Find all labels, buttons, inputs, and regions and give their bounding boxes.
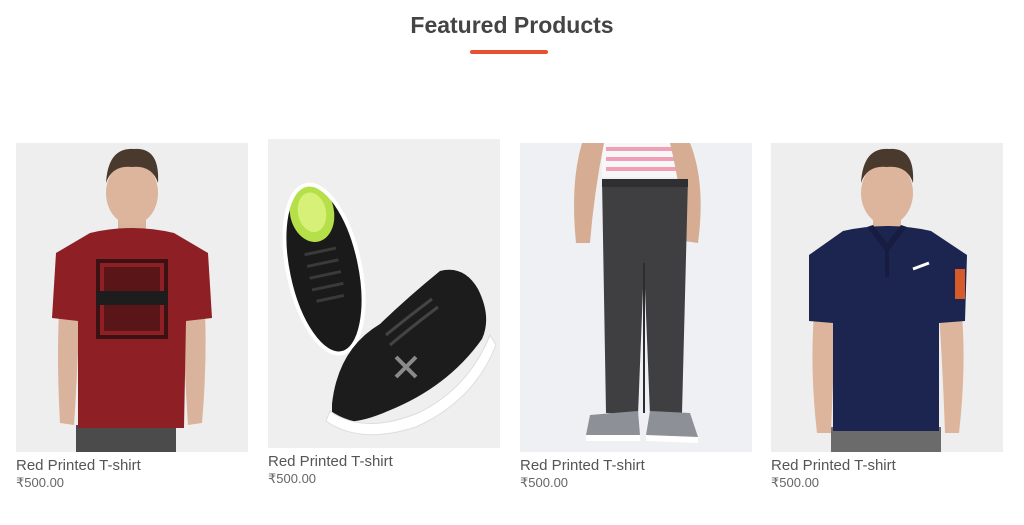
product-price: ₹500.00 [16, 475, 65, 490]
product-image[interactable] [16, 143, 248, 452]
product-card[interactable]: Red Printed T-shirt ₹500.00 [16, 143, 248, 490]
product-image[interactable] [771, 143, 1003, 452]
product-card[interactable]: Red Printed T-shirt ₹500.00 [520, 143, 752, 490]
title-underline [470, 50, 548, 54]
grey-joggers-image [520, 143, 752, 452]
product-price: ₹500.00 [520, 475, 569, 490]
product-price: ₹500.00 [268, 471, 317, 486]
product-image[interactable] [268, 139, 500, 448]
featured-products-page: Featured Products Red Printed T-shirt ₹5… [0, 0, 1024, 525]
product-name[interactable]: Red Printed T-shirt [16, 457, 248, 474]
navy-polo-model-image [771, 143, 1003, 452]
product-price: ₹500.00 [771, 475, 820, 490]
product-image[interactable] [520, 143, 752, 452]
red-tshirt-model-image [16, 143, 248, 452]
product-name[interactable]: Red Printed T-shirt [268, 453, 500, 470]
product-card[interactable]: Red Printed T-shirt ₹500.00 [268, 139, 500, 486]
section-title: Featured Products [410, 12, 614, 38]
product-card[interactable]: Red Printed T-shirt ₹500.00 [771, 143, 1003, 490]
product-name[interactable]: Red Printed T-shirt [520, 457, 752, 474]
black-shoes-image [268, 139, 500, 448]
product-name[interactable]: Red Printed T-shirt [771, 457, 1003, 474]
